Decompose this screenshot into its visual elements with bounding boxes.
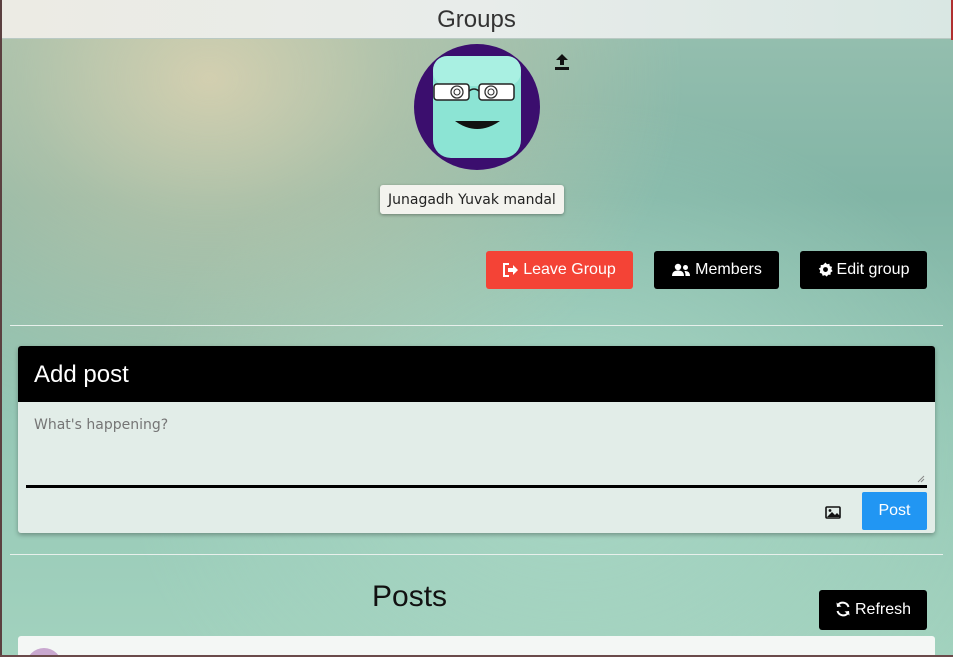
- refresh-button[interactable]: Refresh: [819, 590, 927, 630]
- refresh-icon: [836, 601, 850, 617]
- refresh-label: Refresh: [854, 601, 912, 618]
- members-label: Members: [695, 261, 762, 278]
- edit-group-label: Edit group: [836, 261, 910, 278]
- image-icon[interactable]: [824, 504, 842, 520]
- edit-group-button[interactable]: Edit group: [800, 251, 927, 289]
- avatar-face-icon: [433, 56, 521, 158]
- post-placeholder: What's happening?: [34, 417, 169, 433]
- window-border-left: [0, 0, 2, 657]
- gear-icon: [818, 262, 833, 277]
- post-button[interactable]: Post: [862, 492, 927, 530]
- page-title: Groups: [437, 6, 516, 33]
- upload-icon[interactable]: [552, 52, 572, 72]
- leave-group-button[interactable]: Leave Group: [486, 251, 633, 289]
- header-bar: Groups: [2, 0, 951, 39]
- users-icon: [672, 263, 691, 276]
- leave-group-label: Leave Group: [523, 261, 616, 278]
- post-textarea[interactable]: What's happening?: [26, 403, 927, 488]
- divider: [10, 325, 943, 326]
- sign-out-icon: [503, 263, 519, 277]
- group-name-label: Junagadh Yuvak mandal: [380, 185, 564, 214]
- add-post-card: Add post What's happening? Post: [18, 346, 935, 533]
- post-card: [18, 636, 935, 657]
- resize-grip-icon[interactable]: [917, 475, 925, 483]
- add-post-title: Add post: [18, 346, 935, 402]
- divider: [10, 554, 943, 555]
- group-avatar: [414, 44, 540, 170]
- members-button[interactable]: Members: [654, 251, 779, 289]
- posts-heading: Posts: [372, 580, 448, 613]
